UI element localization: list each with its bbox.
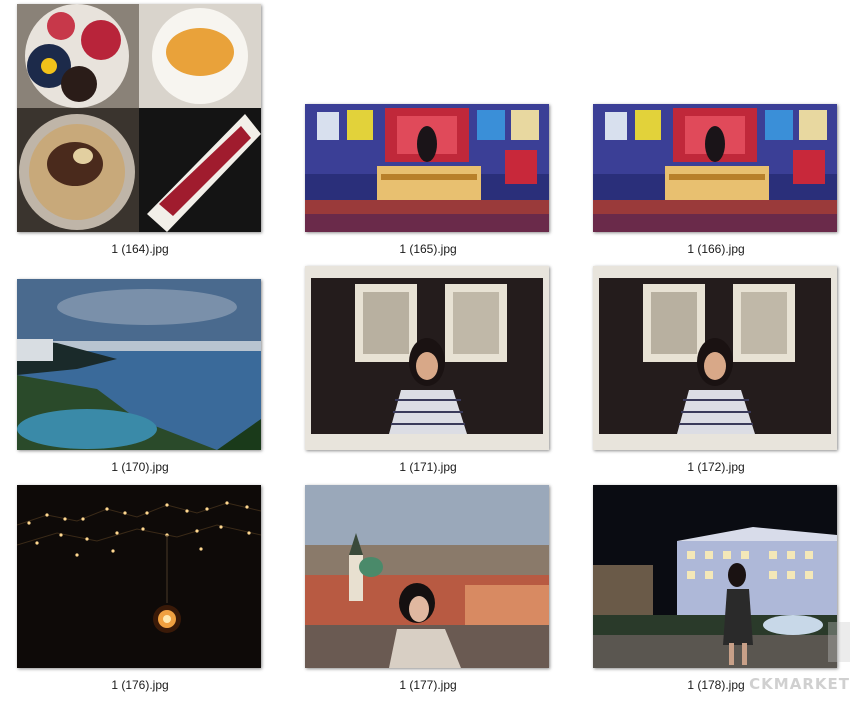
food-photo-thumbnail-icon[interactable] — [17, 4, 261, 232]
file-item-178[interactable]: 1 (178).jpg — [593, 440, 839, 700]
studio-stage-thumbnail-icon[interactable] — [593, 104, 837, 232]
studio-stage-thumbnail-icon[interactable] — [305, 104, 549, 232]
watermark-shape — [828, 622, 850, 662]
seaside-cliff-thumbnail-icon[interactable] — [17, 279, 261, 450]
portrait-thumbnail-icon[interactable] — [305, 266, 549, 450]
file-name-label[interactable]: 1 (176).jpg — [17, 678, 263, 692]
file-item-176[interactable]: 1 (176).jpg — [17, 440, 263, 700]
file-item-177[interactable]: 1 (177).jpg — [305, 440, 551, 700]
night-hotel-thumbnail-icon[interactable] — [593, 485, 837, 668]
file-thumbnail-grid: 1 (164).jpg 1 (165).jpg 1 (166).jpg 1 (1… — [0, 0, 860, 701]
file-name-label[interactable]: 1 (177).jpg — [305, 678, 551, 692]
city-portrait-thumbnail-icon[interactable] — [305, 485, 549, 668]
night-lights-thumbnail-icon[interactable] — [17, 485, 261, 668]
portrait-thumbnail-icon[interactable] — [593, 266, 837, 450]
watermark-text: CKMARKET — [749, 675, 850, 693]
